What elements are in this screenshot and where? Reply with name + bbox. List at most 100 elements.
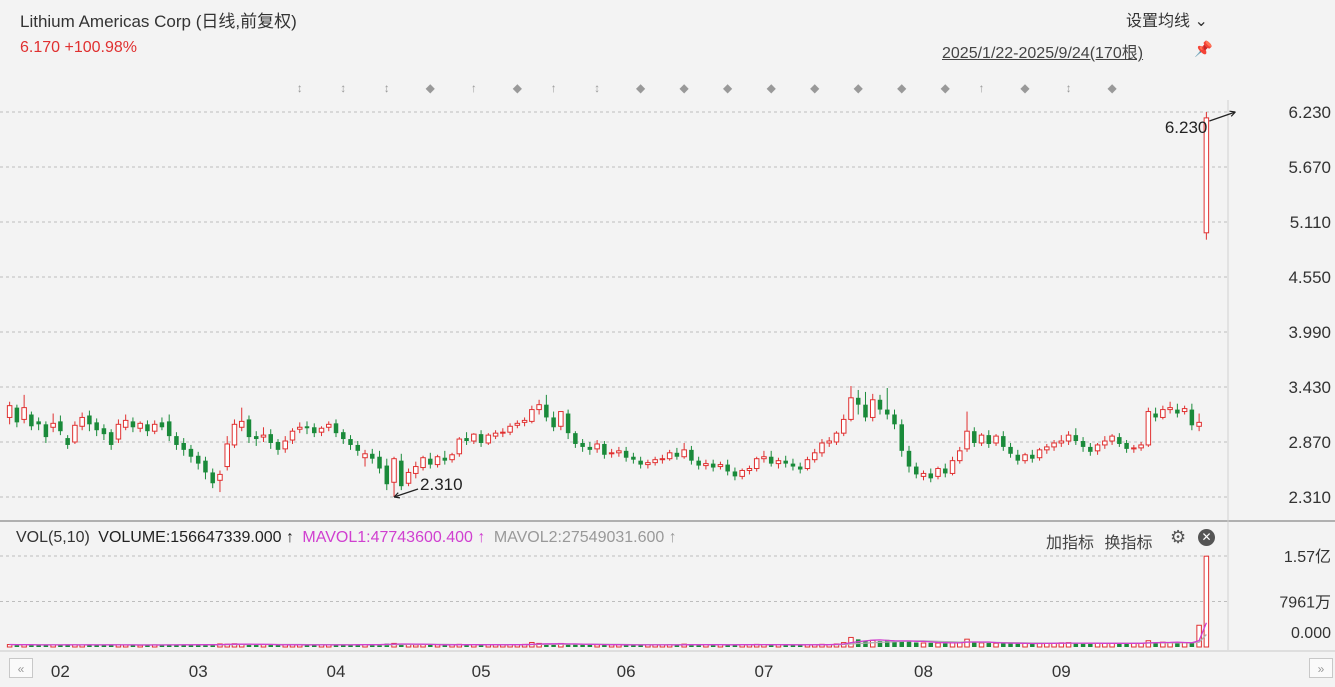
candle-body bbox=[231, 423, 238, 446]
scroll-right-button[interactable]: » bbox=[1309, 658, 1333, 678]
volume-bar bbox=[920, 642, 927, 648]
candle bbox=[312, 423, 317, 438]
candle bbox=[79, 412, 85, 431]
volume-bar bbox=[1175, 642, 1180, 647]
candle bbox=[72, 421, 78, 444]
candle bbox=[899, 419, 904, 457]
candle bbox=[544, 394, 549, 422]
volume-bar bbox=[580, 644, 585, 647]
candle bbox=[14, 404, 20, 428]
candle-body bbox=[732, 471, 738, 477]
event-marker: ◆ bbox=[1107, 81, 1117, 95]
candle bbox=[1117, 433, 1122, 447]
candle-body bbox=[333, 423, 339, 434]
candle-body bbox=[1131, 447, 1137, 450]
candle-body bbox=[892, 414, 897, 425]
candle bbox=[456, 437, 463, 457]
volume-bar bbox=[1094, 642, 1101, 648]
candle-body bbox=[855, 397, 861, 405]
candle-body bbox=[949, 460, 956, 474]
candle bbox=[906, 445, 912, 473]
volume-bar bbox=[1015, 643, 1021, 647]
candle-body bbox=[174, 436, 179, 445]
mavol2-value: MAVOL2:27549031.600 ↑ bbox=[493, 529, 677, 546]
add-indicator-button[interactable]: 加指标 bbox=[1046, 535, 1094, 552]
volume-bar bbox=[1008, 643, 1013, 647]
pin-icon[interactable]: 📌 bbox=[1194, 40, 1213, 58]
candle bbox=[884, 387, 890, 420]
volume-bar bbox=[935, 642, 941, 648]
price-tick-label: 4.550 bbox=[1288, 268, 1331, 287]
candle bbox=[377, 450, 382, 474]
candle-body bbox=[188, 448, 194, 457]
candle bbox=[696, 456, 701, 470]
candle-body bbox=[326, 423, 332, 428]
candle-body bbox=[833, 432, 840, 443]
candle bbox=[1153, 407, 1158, 422]
date-range-link[interactable]: 2025/1/22-2025/9/24(170根) bbox=[942, 39, 1143, 63]
switch-indicator-button[interactable]: 换指标 bbox=[1104, 535, 1152, 552]
candle bbox=[761, 450, 767, 463]
candle bbox=[1102, 436, 1108, 449]
candle-body bbox=[666, 452, 673, 460]
candle bbox=[638, 456, 643, 469]
volume-bar bbox=[986, 643, 992, 647]
candle bbox=[826, 437, 832, 447]
candle-body bbox=[36, 421, 41, 425]
candle-body bbox=[384, 465, 390, 485]
price-change: 6.170 +100.98% bbox=[20, 39, 137, 56]
candle-body bbox=[1181, 408, 1188, 413]
candle-body bbox=[1160, 409, 1166, 418]
candle-body bbox=[312, 427, 317, 434]
candle-body bbox=[282, 440, 288, 450]
candle-body bbox=[434, 456, 441, 466]
candle-body bbox=[739, 469, 745, 477]
candle-body bbox=[681, 449, 687, 458]
candle bbox=[717, 461, 724, 470]
candle bbox=[725, 459, 730, 476]
candle-body bbox=[986, 435, 992, 444]
stock-chart-svg: 6.230 5.670 5.110 4.550 3.990 3.430 2.870 2.310… bbox=[0, 81, 1335, 681]
candle bbox=[122, 414, 129, 431]
gear-icon[interactable]: ⚙ bbox=[1170, 527, 1186, 548]
indicator-tools: 加指标 换指标 bbox=[1046, 529, 1152, 553]
event-marker: ◆ bbox=[941, 81, 951, 95]
candle-body bbox=[79, 416, 85, 427]
candle-body bbox=[122, 419, 129, 428]
candle bbox=[21, 394, 27, 424]
price-tick-label: 6.230 bbox=[1288, 103, 1331, 122]
candle bbox=[224, 436, 230, 471]
ma-setting-dropdown[interactable]: 设置均线 ⌄ bbox=[1126, 7, 1208, 31]
candle bbox=[558, 411, 564, 431]
candle-body bbox=[195, 455, 201, 464]
candle bbox=[370, 448, 375, 464]
scroll-left-button[interactable]: « bbox=[9, 658, 33, 678]
candle-body bbox=[631, 456, 636, 460]
candle bbox=[260, 427, 267, 442]
candle-body bbox=[920, 472, 927, 477]
event-marker: ↕ bbox=[297, 81, 303, 95]
candle bbox=[949, 456, 956, 476]
volume-bar bbox=[978, 642, 985, 648]
candle bbox=[203, 456, 208, 480]
candle bbox=[602, 441, 607, 459]
candle bbox=[464, 432, 469, 445]
candle-body bbox=[6, 405, 13, 418]
candle bbox=[268, 429, 273, 449]
x-tick-label: 07 bbox=[754, 662, 773, 681]
x-tick-label: 06 bbox=[617, 662, 636, 681]
candle-body bbox=[1124, 442, 1129, 449]
candle-body bbox=[14, 407, 20, 423]
candle bbox=[333, 419, 339, 438]
close-icon[interactable]: ✕ bbox=[1198, 529, 1215, 546]
candle bbox=[833, 431, 840, 445]
candle-body bbox=[405, 471, 412, 484]
event-marker: ↑ bbox=[979, 81, 985, 95]
candle bbox=[529, 405, 535, 424]
candle-body bbox=[1008, 446, 1013, 454]
candle-body bbox=[1022, 454, 1028, 462]
candle bbox=[253, 431, 259, 446]
candle bbox=[616, 446, 622, 457]
candle bbox=[957, 446, 963, 464]
candle bbox=[1094, 442, 1101, 455]
